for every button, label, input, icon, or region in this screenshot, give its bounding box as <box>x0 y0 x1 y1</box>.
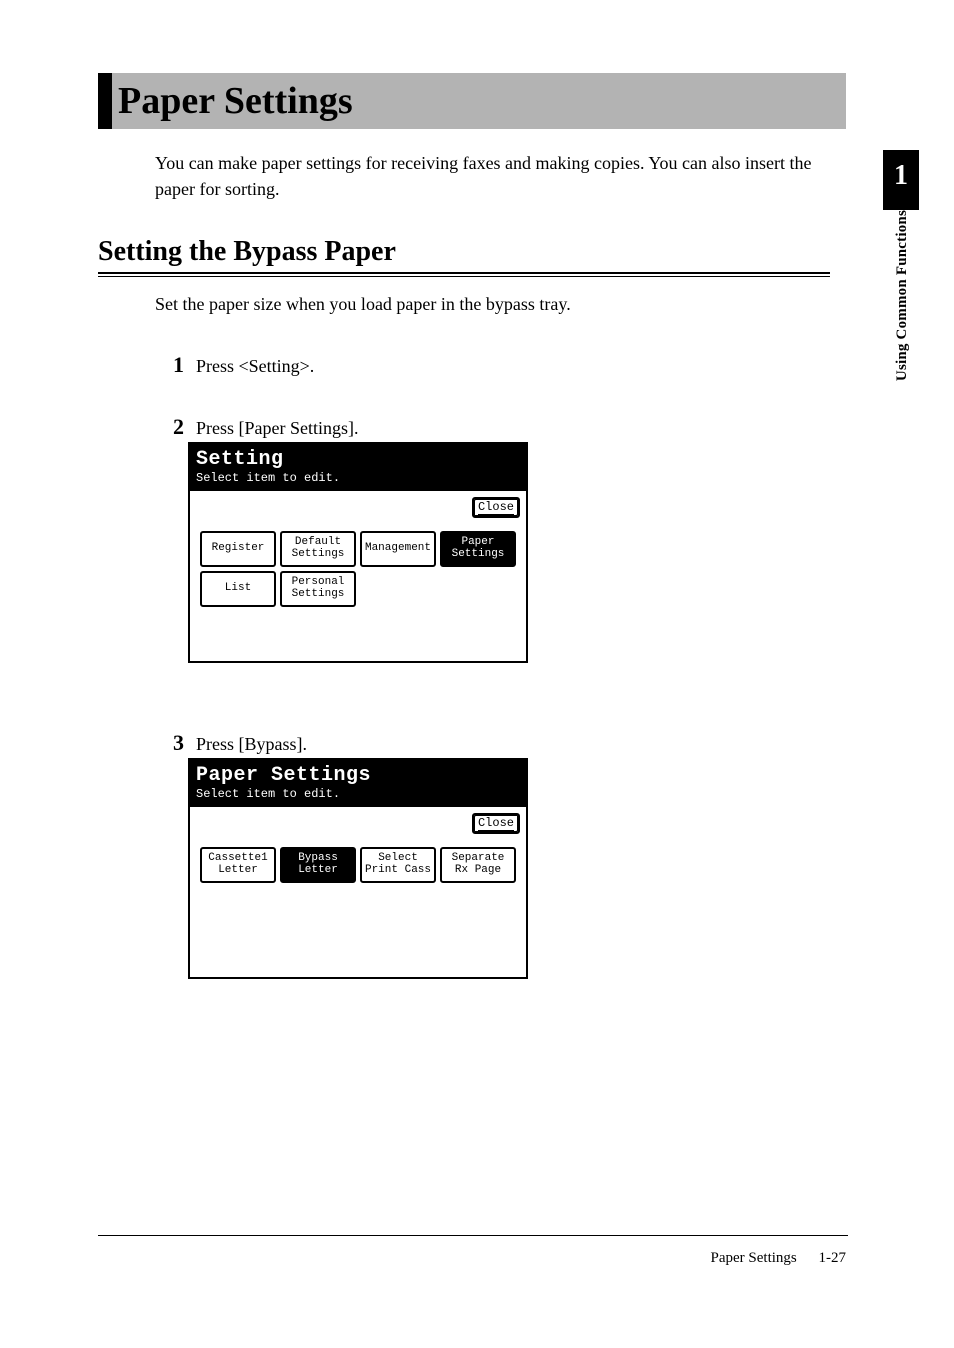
footer-page-number: 1-27 <box>819 1250 847 1266</box>
step-text: Press <Setting>. <box>196 356 314 377</box>
screen-subtitle: Select item to edit. <box>196 471 520 485</box>
step-2: 2 Press [Paper Settings]. <box>158 414 838 440</box>
chapter-tab: 1 <box>883 150 919 210</box>
chapter-label: Using Common Functions <box>894 210 911 381</box>
button-grid: Register Default Settings Management Pap… <box>200 531 516 607</box>
step-text: Press [Bypass]. <box>196 734 307 755</box>
page-intro-text: You can make paper settings for receivin… <box>155 150 815 202</box>
personal-settings-button[interactable]: Personal Settings <box>280 571 356 607</box>
chapter-number: 1 <box>883 160 919 192</box>
close-button[interactable]: Close <box>472 813 520 834</box>
separate-rx-page-button[interactable]: Separate Rx Page <box>440 847 516 883</box>
step-3: 3 Press [Bypass]. <box>158 730 838 756</box>
page-title-bar: Paper Settings <box>98 73 846 129</box>
paper-settings-screen: Paper Settings Select item to edit. Clos… <box>188 758 528 979</box>
page-footer: Paper Settings 1-27 <box>711 1250 847 1267</box>
step-number: 3 <box>158 730 184 756</box>
screen-subtitle: Select item to edit. <box>196 787 520 801</box>
close-button[interactable]: Close <box>472 497 520 518</box>
heading-rule <box>98 272 830 277</box>
page-title: Paper Settings <box>118 79 353 123</box>
step-number: 1 <box>158 352 184 378</box>
section-intro-text: Set the paper size when you load paper i… <box>155 294 795 315</box>
step-text: Press [Paper Settings]. <box>196 418 358 439</box>
step-1: 1 Press <Setting>. <box>158 352 838 378</box>
bypass-button[interactable]: Bypass Letter <box>280 847 356 883</box>
select-print-cass-button[interactable]: Select Print Cass <box>360 847 436 883</box>
screen-title: Setting <box>196 448 520 471</box>
section-heading: Setting the Bypass Paper <box>98 236 830 277</box>
section-heading-text: Setting the Bypass Paper <box>98 236 830 268</box>
register-button[interactable]: Register <box>200 531 276 567</box>
default-settings-button[interactable]: Default Settings <box>280 531 356 567</box>
management-button[interactable]: Management <box>360 531 436 567</box>
list-button[interactable]: List <box>200 571 276 607</box>
screen-header: Setting Select item to edit. <box>190 444 526 491</box>
setting-screen: Setting Select item to edit. Close Regis… <box>188 442 528 663</box>
footer-label: Paper Settings <box>711 1250 797 1266</box>
screen-title: Paper Settings <box>196 764 520 787</box>
screen-body: Close Register Default Settings Manageme… <box>190 491 526 661</box>
screen-header: Paper Settings Select item to edit. <box>190 760 526 807</box>
page: Paper Settings You can make paper settin… <box>0 0 954 1348</box>
cassette1-button[interactable]: Cassette1 Letter <box>200 847 276 883</box>
paper-settings-button[interactable]: Paper Settings <box>440 531 516 567</box>
footer-rule <box>98 1235 848 1236</box>
step-number: 2 <box>158 414 184 440</box>
button-grid: Cassette1 Letter Bypass Letter Select Pr… <box>200 847 516 883</box>
screen-body: Close Cassette1 Letter Bypass Letter Sel… <box>190 807 526 977</box>
